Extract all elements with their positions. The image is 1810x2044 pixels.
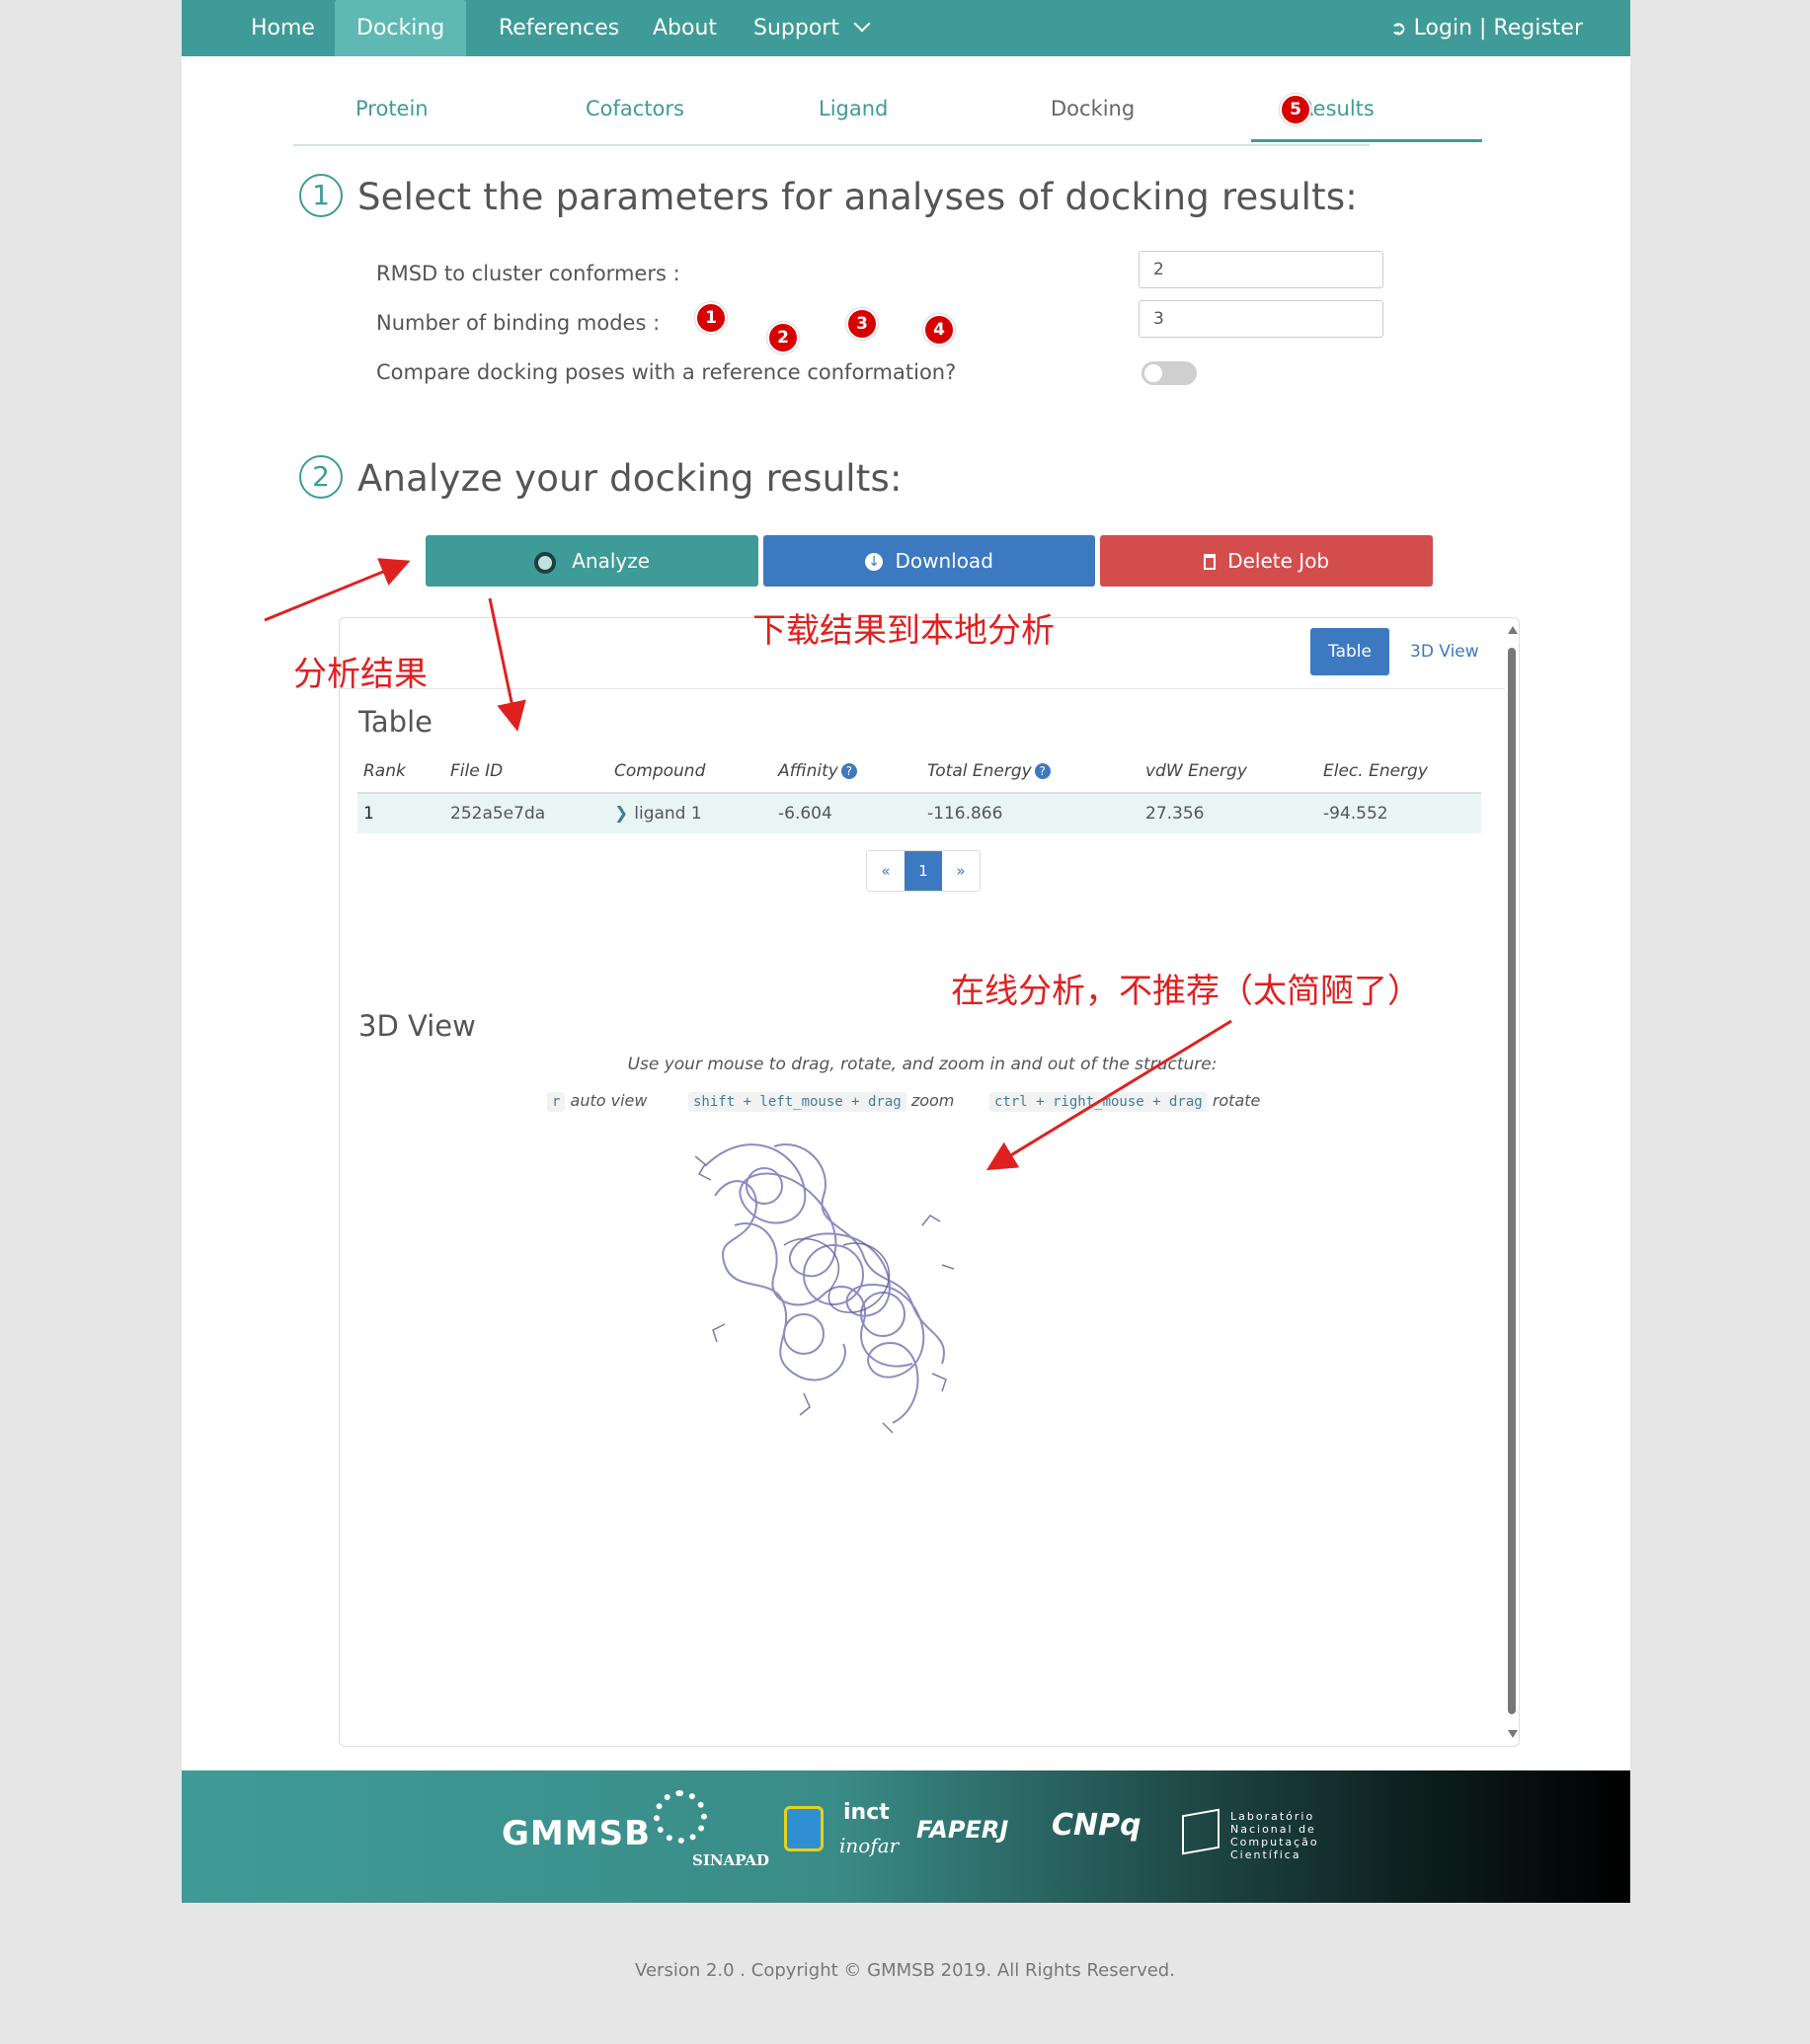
arrow-to-analyze bbox=[264, 558, 411, 622]
arrow-to-3d-view bbox=[985, 1019, 1232, 1171]
annotation-arrows bbox=[264, 558, 1232, 1171]
arrow-to-table bbox=[488, 597, 526, 732]
